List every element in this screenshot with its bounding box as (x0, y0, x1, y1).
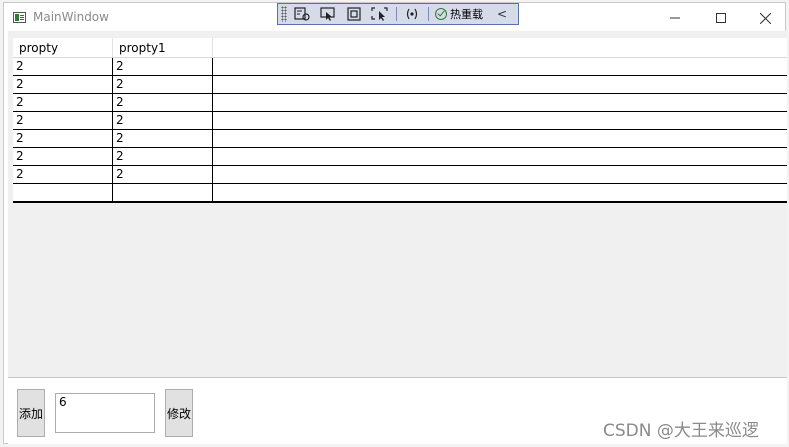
hot-reload-label: 热重载 (450, 8, 483, 21)
cell-propty[interactable] (13, 184, 113, 201)
cell-filler (213, 58, 787, 75)
add-button[interactable]: 添加 (17, 389, 45, 437)
debug-toolbar: 热重载 < (277, 3, 519, 25)
edit-button[interactable]: 修改 (165, 389, 193, 437)
app-icon (13, 12, 26, 23)
table-row[interactable]: 22 (13, 148, 787, 166)
cell-propty1[interactable]: 2 (113, 112, 213, 129)
track-focus-icon (371, 7, 388, 21)
cell-propty1[interactable]: 2 (113, 76, 213, 93)
cell-propty[interactable]: 2 (13, 94, 113, 111)
table-row[interactable]: 22 (13, 94, 787, 112)
cell-propty[interactable]: 2 (13, 58, 113, 75)
minimize-button[interactable] (652, 3, 698, 33)
table-row[interactable]: 22 (13, 112, 787, 130)
binding-failures-button[interactable] (401, 5, 423, 23)
close-icon (759, 12, 771, 24)
table-row[interactable]: 22 (13, 58, 787, 76)
cell-filler (213, 148, 787, 165)
table-row[interactable]: 22 (13, 76, 787, 94)
close-button[interactable] (742, 3, 788, 33)
cell-propty[interactable]: 2 (13, 112, 113, 129)
display-layout-adorners-button[interactable] (343, 5, 365, 23)
data-grid[interactable]: propty propty1 22222222222222 (13, 38, 787, 203)
column-header-propty1[interactable]: propty1 (113, 38, 213, 57)
table-row[interactable] (13, 184, 787, 202)
value-input[interactable]: 6 (55, 393, 155, 433)
grid-area: propty propty1 22222222222222 (8, 31, 787, 377)
hot-reload-status[interactable]: 热重载 (435, 6, 483, 22)
cell-propty1[interactable] (113, 184, 213, 201)
cell-propty1[interactable]: 2 (113, 130, 213, 147)
live-tree-icon (294, 7, 310, 21)
collapse-toolbar-button[interactable]: < (497, 7, 507, 21)
cell-filler (213, 94, 787, 111)
cell-propty1[interactable]: 2 (113, 58, 213, 75)
cell-filler (213, 184, 787, 201)
go-to-live-tree-button[interactable] (291, 5, 313, 23)
select-cursor-icon (320, 7, 335, 21)
cell-filler (213, 76, 787, 93)
cell-propty1[interactable]: 2 (113, 94, 213, 111)
cell-propty[interactable]: 2 (13, 166, 113, 183)
track-focused-element-button[interactable] (369, 5, 391, 23)
column-header-propty[interactable]: propty (13, 38, 113, 57)
binding-icon (406, 8, 418, 20)
minimize-icon (670, 17, 680, 19)
cell-propty[interactable]: 2 (13, 76, 113, 93)
cell-filler (213, 166, 787, 183)
layout-adorner-icon (347, 7, 361, 21)
window-title: MainWindow (33, 10, 109, 24)
table-row[interactable]: 22 (13, 166, 787, 184)
cell-propty[interactable]: 2 (13, 148, 113, 165)
watermark: CSDN @大王来巡逻 (603, 421, 759, 441)
cell-propty1[interactable]: 2 (113, 166, 213, 183)
maximize-button[interactable] (698, 3, 744, 33)
table-row[interactable]: 22 (13, 130, 787, 148)
cell-filler (213, 112, 787, 129)
column-header-filler (213, 38, 787, 57)
grid-header-row: propty propty1 (13, 38, 787, 58)
cell-propty[interactable]: 2 (13, 130, 113, 147)
toolbar-grip-handle[interactable] (281, 6, 287, 22)
toolbar-separator (428, 7, 429, 21)
main-window: MainWindow 热重载 < propty propty1 2 2 2 2 … (3, 2, 788, 444)
maximize-icon (716, 13, 726, 23)
toolbar-separator (396, 7, 397, 21)
cell-filler (213, 130, 787, 147)
check-circle-icon (435, 8, 447, 20)
select-element-button[interactable] (317, 5, 339, 23)
cell-propty1[interactable]: 2 (113, 148, 213, 165)
